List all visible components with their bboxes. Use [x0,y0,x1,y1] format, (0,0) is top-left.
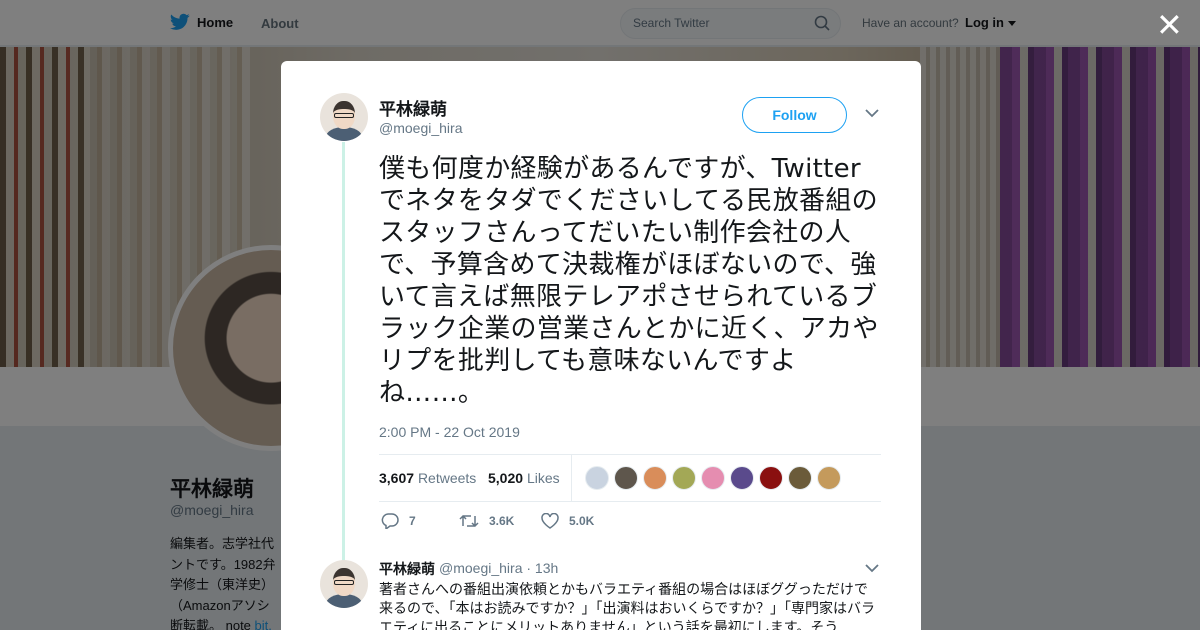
like-action[interactable]: 5.0K [541,513,594,529]
liker-avatar[interactable] [701,466,725,490]
chevron-down-icon[interactable] [865,108,879,118]
reply-author-handle[interactable]: @moegi_hira · 13h [439,560,558,576]
retweet-action[interactable]: 3.6K [459,513,514,529]
liker-avatar[interactable] [817,466,841,490]
reply-tweet[interactable]: 平林緑萌 @moegi_hira · 13h 著者さんへの番組出演依頼とかもバラ… [281,551,921,630]
reply-author-name[interactable]: 平林緑萌 [379,559,435,579]
author-handle[interactable]: @moegi_hira [379,120,462,136]
tweet-text: 僕も何度か経験があるんですが、Twitterでネタをタダでくださいしてる民放番組… [379,154,879,408]
tweet-modal: 平林緑萌 @moegi_hira Follow 僕も何度か経験があるんですが、T… [281,61,921,630]
liker-avatar[interactable] [585,466,609,490]
liker-avatar[interactable] [672,466,696,490]
reply-text: 著者さんへの番組出演依頼とかもバラエティ番組の場合はほぼググっただけで来るので、… [379,581,876,630]
retweet-icon [459,514,479,528]
stats-divider [571,455,572,501]
thread-line [342,142,345,572]
chevron-down-icon[interactable] [865,563,879,573]
reply-icon [381,513,399,529]
heart-icon [541,513,559,529]
author-name[interactable]: 平林緑萌 [379,95,447,120]
liker-avatar[interactable] [643,466,667,490]
liker-avatar[interactable] [730,466,754,490]
liker-avatar[interactable] [759,466,783,490]
tweet-stats: 3,607 Retweets 5,020 Likes [379,454,881,502]
reply-avatar[interactable] [320,560,368,608]
close-icon[interactable]: ✕ [1156,9,1183,41]
liker-avatar[interactable] [788,466,812,490]
tweet-timestamp[interactable]: 2:00 PM - 22 Oct 2019 [379,424,520,440]
likes-stat[interactable]: 5,020 Likes [488,470,560,486]
liker-avatar[interactable] [614,466,638,490]
liker-avatars [585,466,841,490]
retweets-stat[interactable]: 3,607 Retweets [379,470,476,486]
reply-action[interactable]: 7 [381,513,416,529]
follow-button[interactable]: Follow [742,97,847,133]
author-avatar[interactable] [320,93,368,141]
